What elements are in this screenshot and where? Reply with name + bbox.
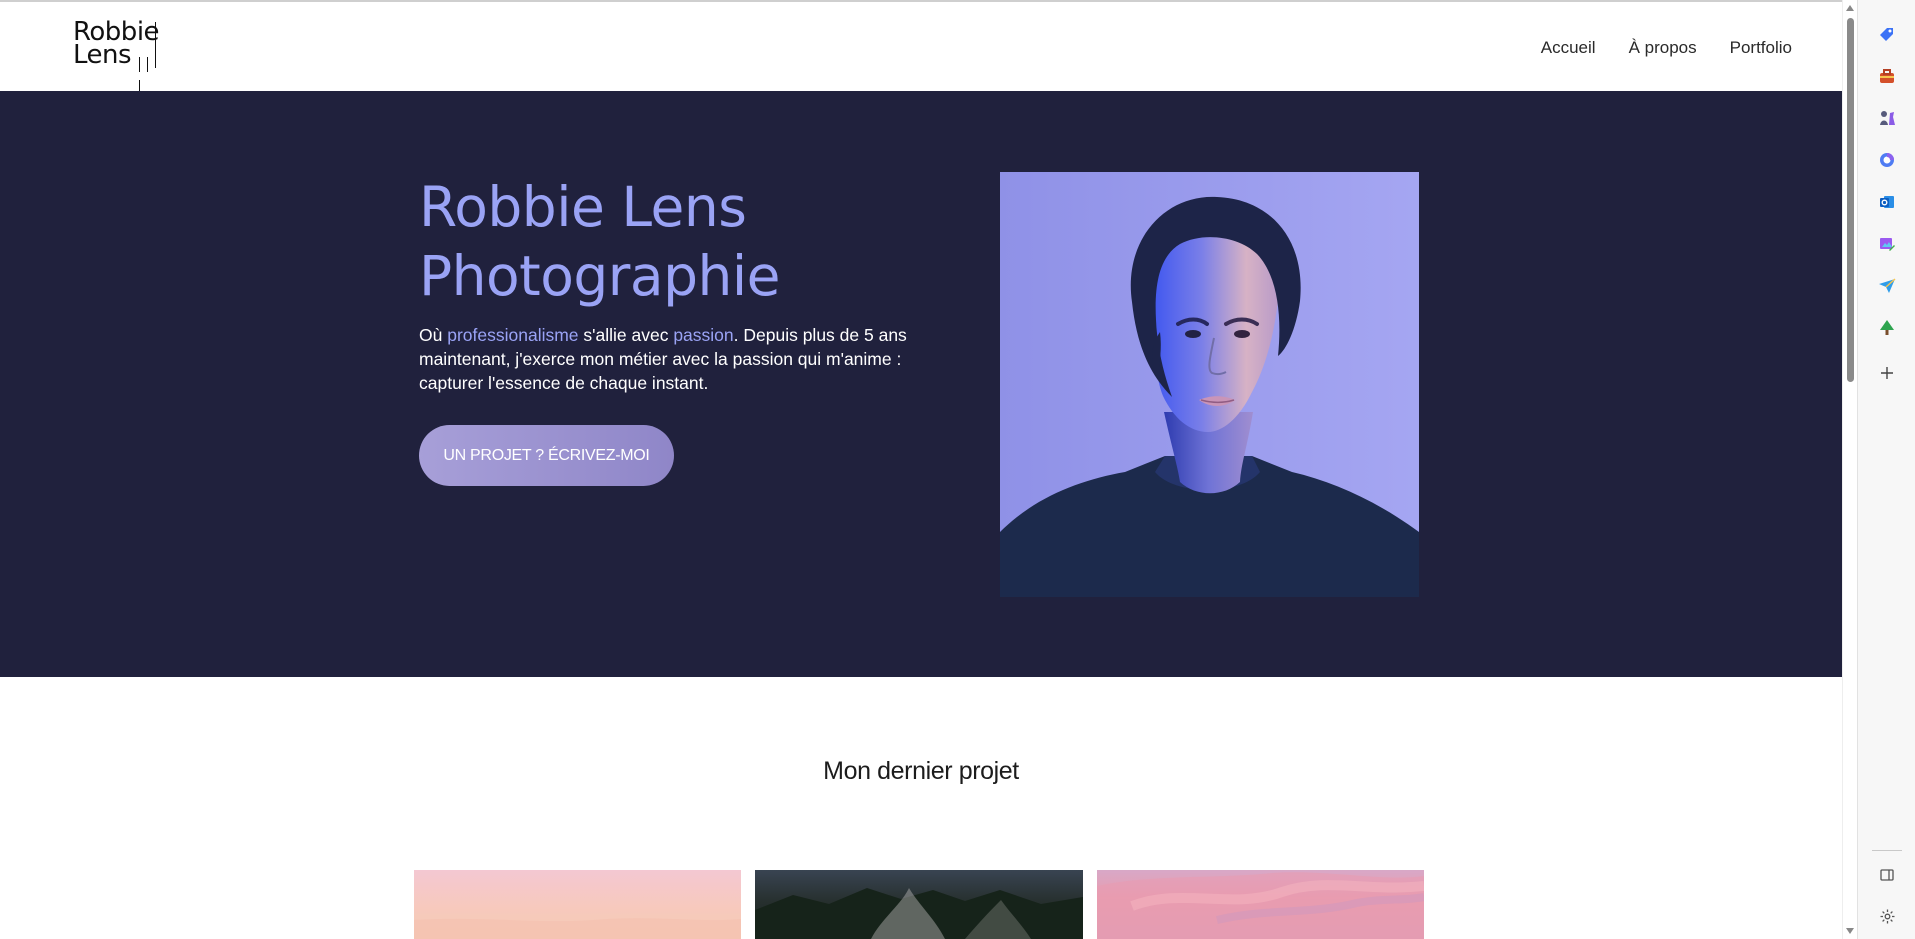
image-edit-icon[interactable] bbox=[1876, 233, 1898, 255]
pink-clouds-image bbox=[1097, 872, 1424, 939]
sidebar-panel-icon[interactable] bbox=[1876, 864, 1898, 886]
hero-section: Robbie Lens Photographie Où professional… bbox=[0, 91, 1842, 677]
hero-title-line-2: Photographie bbox=[419, 244, 781, 308]
contact-cta-button[interactable]: UN PROJET ? ÉCRIVEZ-MOI bbox=[419, 425, 674, 486]
portrait-photo bbox=[1000, 172, 1419, 597]
hero-intro-part-1: Où bbox=[419, 325, 448, 345]
nav-link-a-propos[interactable]: À propos bbox=[1629, 38, 1697, 58]
scroll-down-arrow-icon[interactable] bbox=[1846, 928, 1854, 934]
copilot-icon[interactable] bbox=[1876, 149, 1898, 171]
nav-link-portfolio[interactable]: Portfolio bbox=[1730, 38, 1792, 58]
hero-intro-passion: passion bbox=[673, 325, 734, 345]
hero-title-line-1: Robbie Lens bbox=[419, 175, 747, 239]
tag-icon[interactable] bbox=[1876, 23, 1898, 45]
scrollbar-thumb[interactable] bbox=[1847, 18, 1854, 382]
sunset-sky-image bbox=[414, 918, 741, 939]
site-header: Robbie Lens Accueil À propos Portfolio bbox=[0, 2, 1842, 95]
add-icon[interactable] bbox=[1876, 362, 1898, 384]
browser-viewport: Robbie Lens Accueil À propos Portfolio R… bbox=[0, 0, 1842, 939]
chess-icon[interactable] bbox=[1876, 107, 1898, 129]
briefcase-icon[interactable] bbox=[1876, 65, 1898, 87]
outlook-icon[interactable] bbox=[1876, 191, 1898, 213]
browser-sidebar bbox=[1857, 0, 1915, 939]
hero-title: Robbie Lens Photographie bbox=[419, 173, 939, 311]
project-image-pink-sky[interactable] bbox=[1097, 870, 1424, 939]
scroll-up-arrow-icon[interactable] bbox=[1846, 5, 1854, 11]
project-image-sunset[interactable] bbox=[414, 870, 741, 939]
portrait-illustration bbox=[1000, 172, 1419, 597]
hero-intro-professionalism: professionalisme bbox=[447, 325, 579, 345]
send-icon[interactable] bbox=[1876, 275, 1898, 297]
hero-introduction: Où professionalisme s'allie avec passion… bbox=[419, 323, 939, 395]
project-gallery bbox=[414, 870, 1424, 939]
page-scrollbar[interactable] bbox=[1842, 0, 1857, 939]
settings-icon[interactable] bbox=[1876, 905, 1898, 927]
hero-intro-part-2: s'allie avec bbox=[578, 325, 674, 345]
project-section-title: Mon dernier projet bbox=[823, 757, 1019, 785]
site-logo[interactable]: Robbie Lens bbox=[73, 19, 165, 95]
sidebar-divider bbox=[1872, 850, 1902, 851]
mountain-forest-image bbox=[755, 888, 1083, 939]
logo-bars bbox=[139, 53, 161, 95]
main-navigation: Accueil À propos Portfolio bbox=[1541, 38, 1792, 58]
project-image-landscape[interactable] bbox=[755, 870, 1083, 939]
tree-icon[interactable] bbox=[1876, 317, 1898, 339]
nav-link-accueil[interactable]: Accueil bbox=[1541, 38, 1596, 58]
